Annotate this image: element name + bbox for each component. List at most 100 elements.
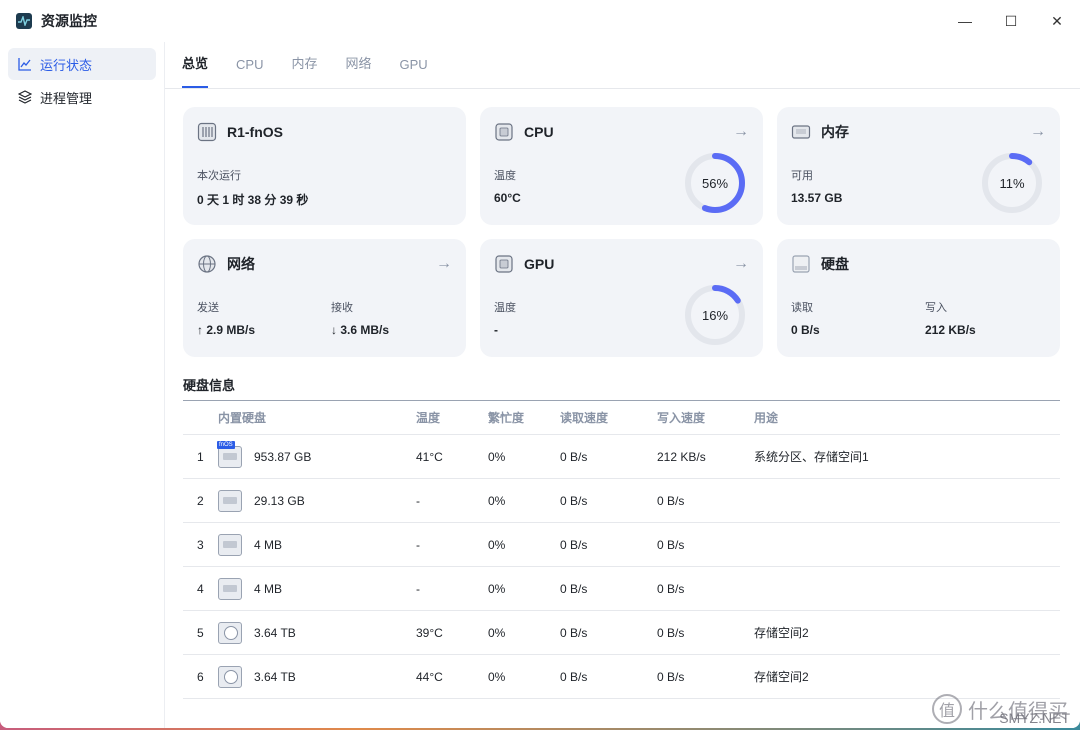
app-window: 资源监控 — ☐ ✕ 运行状态 进程管理 总览 CPU 内存 网络 GPU R1… (0, 0, 1080, 728)
row-index: 6 (183, 654, 218, 699)
disk-read: 0 B/s (560, 566, 657, 611)
sidebar: 运行状态 进程管理 (0, 42, 164, 728)
ssd-icon (218, 489, 242, 512)
disk-card: 硬盘 读取 0 B/s 写入 212 KB/s (777, 239, 1060, 357)
disk-read-value: 0 B/s (791, 323, 820, 337)
disk-busy: 0% (488, 610, 560, 655)
row-index: 2 (183, 478, 218, 523)
ssd-icon (218, 533, 242, 556)
window-controls: — ☐ ✕ (942, 0, 1080, 42)
row-index: 4 (183, 566, 218, 611)
disk-usage: 存储空间2 (754, 610, 1060, 655)
tab-network[interactable]: 网络 (345, 53, 371, 88)
sidebar-item-processes[interactable]: 进程管理 (8, 81, 156, 113)
col-read: 读取速度 (560, 400, 657, 435)
gpu-temp-value: - (494, 323, 498, 337)
table-row[interactable]: 34 MB -0% 0 B/s 0 B/s (183, 522, 1060, 567)
cpu-temp-label: 温度 (494, 170, 516, 182)
network-recv-value: ↓ 3.6 MB/s (331, 323, 390, 337)
cpu-card[interactable]: CPU → 温度 60°C 56% (480, 107, 763, 225)
main-panel: 总览 CPU 内存 网络 GPU R1-fnOS 本次运行 0 天 1 时 38… (164, 42, 1080, 728)
ssd-icon (218, 577, 242, 600)
arrow-right-icon[interactable]: → (436, 255, 452, 273)
col-temp: 温度 (416, 400, 488, 435)
table-row[interactable]: 6 3.64 TB 44°C 0% 0 B/s 0 B/s 存储空间2 (183, 654, 1060, 699)
maximize-button[interactable]: ☐ (988, 0, 1034, 42)
disk-usage (754, 566, 1060, 611)
tab-memory[interactable]: 内存 (291, 53, 317, 88)
globe-icon (197, 254, 217, 274)
layers-icon (18, 90, 32, 104)
table-row[interactable]: 44 MB -0% 0 B/s 0 B/s (183, 566, 1060, 611)
disk-busy: 0% (488, 434, 560, 479)
col-usage: 用途 (754, 400, 1060, 435)
network-card[interactable]: 网络 → 发送 ↑ 2.9 MB/s 接收 ↓ 3.6 MB/s (183, 239, 466, 357)
uptime-label: 本次运行 (197, 170, 241, 182)
arrow-right-icon[interactable]: → (733, 123, 749, 141)
hdd-icon (218, 665, 242, 688)
memory-usage-percent: 11% (999, 175, 1025, 191)
server-icon (197, 122, 217, 142)
disk-read: 0 B/s (560, 654, 657, 699)
disk-write: 0 B/s (657, 610, 754, 655)
line-chart-icon (18, 57, 32, 71)
network-send-value: ↑ 2.9 MB/s (197, 323, 256, 337)
gpu-usage-percent: 16% (701, 307, 729, 323)
disk-read: 0 B/s (560, 434, 657, 479)
disk-read: 0 B/s (560, 610, 657, 655)
sidebar-item-status[interactable]: 运行状态 (8, 48, 156, 80)
window-title: 资源监控 (41, 13, 97, 29)
disk-read-label: 读取 (791, 302, 813, 314)
disk-temp: - (416, 478, 488, 523)
disk-read: 0 B/s (560, 522, 657, 567)
close-button[interactable]: ✕ (1034, 0, 1080, 42)
table-row[interactable]: 1 fnOS 953.87 GB 41°C 0% 0 B/s 212 KB/s 系统分区、存储… (183, 434, 1060, 479)
disk-usage: 系统分区、存储空间1 (754, 434, 1060, 479)
sidebar-item-label: 运行状态 (40, 57, 93, 73)
tab-cpu[interactable]: CPU (236, 57, 263, 88)
table-row[interactable]: 5 3.64 TB 39°C 0% 0 B/s 0 B/s 存储空间2 (183, 610, 1060, 655)
tab-gpu[interactable]: GPU (400, 57, 428, 88)
tab-overview[interactable]: 总览 (182, 53, 209, 88)
watermark-url: SMYZ.NET (999, 710, 1070, 726)
arrow-right-icon[interactable]: → (1030, 123, 1046, 141)
uptime-value: 0 天 1 时 38 分 39 秒 (197, 193, 309, 207)
system-name: R1-fnOS (227, 124, 283, 140)
gpu-chip-icon (494, 254, 514, 274)
ram-icon (791, 122, 811, 142)
disk-info-table: 内置硬盘 温度 繁忙度 读取速度 写入速度 用途 1 fnOS 953.87 GB 4… (183, 400, 1060, 699)
cpu-title: CPU (524, 124, 554, 140)
tab-bar: 总览 CPU 内存 网络 GPU (165, 42, 1080, 89)
disk-size: 29.13 GB (254, 493, 305, 508)
row-index: 3 (183, 522, 218, 567)
cpu-chip-icon (494, 122, 514, 142)
table-row[interactable]: 2 29.13 GB -0% 0 B/s 0 B/s (183, 478, 1060, 523)
arrow-right-icon[interactable]: → (733, 255, 749, 273)
disk-write: 0 B/s (657, 522, 754, 567)
memory-card[interactable]: 内存 → 可用 13.57 GB 11% (777, 107, 1060, 225)
disk-busy: 0% (488, 522, 560, 567)
network-send-label: 发送 (197, 302, 219, 314)
disk-size: 4 MB (254, 537, 283, 552)
disk-temp: 41°C (416, 434, 488, 479)
disk-write: 212 KB/s (657, 434, 754, 479)
disk-busy: 0% (488, 478, 560, 523)
disk-temp: - (416, 566, 488, 611)
watermark-logo: 值 (932, 694, 962, 724)
disk-size: 4 MB (254, 581, 283, 596)
disk-usage (754, 522, 1060, 567)
minimize-button[interactable]: — (942, 0, 988, 42)
disk-write-value: 212 KB/s (925, 323, 976, 337)
col-disk: 内置硬盘 (218, 400, 416, 435)
gpu-card[interactable]: GPU → 温度 - 16% (480, 239, 763, 357)
overview-cards: R1-fnOS 本次运行 0 天 1 时 38 分 39 秒 CPU → 温度 (183, 107, 1060, 357)
disk-busy: 0% (488, 566, 560, 611)
row-index: 1 (183, 434, 218, 479)
disk-write: 0 B/s (657, 654, 754, 699)
disk-read: 0 B/s (560, 478, 657, 523)
disk-size: 953.87 GB (254, 449, 312, 464)
sidebar-item-label: 进程管理 (40, 90, 93, 106)
gpu-title: GPU (524, 256, 555, 272)
disk-usage (754, 478, 1060, 523)
disk-temp: 39°C (416, 610, 488, 655)
